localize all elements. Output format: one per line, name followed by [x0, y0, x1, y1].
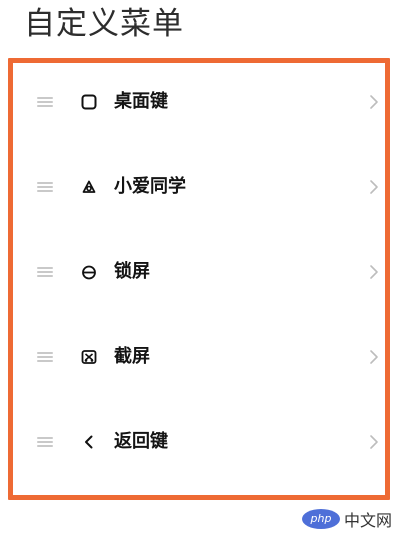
home-square-icon — [80, 93, 98, 111]
site-watermark: php 中文网 — [301, 508, 392, 530]
page-title: 自定义菜单 — [24, 6, 184, 42]
chevron-right-icon — [369, 94, 379, 110]
chevron-right-icon — [369, 349, 379, 365]
menu-item-label: 截屏 — [114, 346, 150, 367]
watermark-badge: php — [301, 509, 340, 529]
menu-item-screenshot[interactable]: 截屏 — [13, 330, 385, 390]
menu-item-label: 桌面键 — [114, 91, 168, 112]
assistant-icon — [80, 178, 98, 196]
chevron-right-icon — [369, 179, 379, 195]
menu-item-xiaoai-assistant[interactable]: 小爱同学 — [13, 160, 385, 220]
drag-handle-icon[interactable] — [37, 352, 53, 362]
back-arrow-icon — [80, 433, 98, 451]
chevron-right-icon — [369, 434, 379, 450]
drag-handle-icon[interactable] — [37, 267, 53, 277]
menu-item-label: 小爱同学 — [114, 176, 186, 197]
watermark-text: 中文网 — [343, 511, 392, 530]
drag-handle-icon[interactable] — [37, 437, 53, 447]
menu-item-back-key[interactable]: 返回键 — [13, 415, 385, 475]
screenshot-icon — [80, 348, 98, 366]
custom-menu-list: 桌面键 小爱同学 锁屏 截屏 返回键 — [8, 58, 390, 500]
menu-item-label: 锁屏 — [114, 261, 150, 282]
drag-handle-icon[interactable] — [37, 97, 53, 107]
menu-item-label: 返回键 — [114, 431, 168, 452]
menu-item-home-key[interactable]: 桌面键 — [13, 75, 385, 135]
lock-icon — [80, 263, 98, 281]
drag-handle-icon[interactable] — [37, 182, 53, 192]
menu-item-lock-screen[interactable]: 锁屏 — [13, 245, 385, 305]
chevron-right-icon — [369, 264, 379, 280]
